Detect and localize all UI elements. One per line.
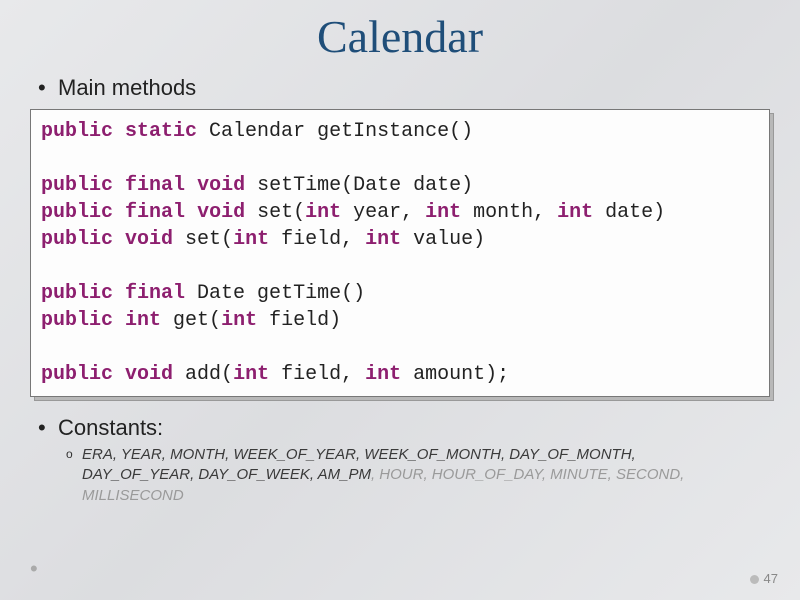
- code-keyword: void: [197, 174, 245, 197]
- code-block: public static Calendar getInstance() pub…: [30, 109, 770, 397]
- page-number: 47: [750, 571, 778, 586]
- constants-list: ERA, YEAR, MONTH, WEEK_OF_YEAR, WEEK_OF_…: [82, 445, 722, 506]
- code-text: field,: [269, 363, 365, 386]
- main-methods-section: Main methods: [30, 75, 770, 101]
- code-block-container: public static Calendar getInstance() pub…: [30, 109, 770, 397]
- code-text: month,: [461, 201, 557, 224]
- code-keyword: int: [305, 201, 341, 224]
- code-text: [185, 201, 197, 224]
- code-keyword: int: [365, 363, 401, 386]
- code-text: Calendar getInstance(): [197, 120, 473, 143]
- code-text: get(: [161, 309, 221, 332]
- code-text: value): [401, 228, 485, 251]
- code-keyword: int: [365, 228, 401, 251]
- code-keyword: public: [41, 363, 113, 386]
- code-keyword: static: [125, 120, 197, 143]
- slide-title: Calendar: [30, 10, 770, 63]
- code-keyword: int: [425, 201, 461, 224]
- code-keyword: void: [197, 201, 245, 224]
- dim-bullet: •: [30, 556, 38, 582]
- code-keyword: public: [41, 282, 113, 305]
- code-text: date): [593, 201, 665, 224]
- code-text: [113, 228, 125, 251]
- code-text: [113, 174, 125, 197]
- code-keyword: public: [41, 228, 113, 251]
- code-keyword: int: [125, 309, 161, 332]
- code-text: setTime(Date date): [245, 174, 473, 197]
- code-keyword: int: [233, 228, 269, 251]
- code-text: [113, 120, 125, 143]
- constants-section: Constants: ERA, YEAR, MONTH, WEEK_OF_YEA…: [30, 415, 770, 506]
- constants-sub-bullet: ERA, YEAR, MONTH, WEEK_OF_YEAR, WEEK_OF_…: [30, 445, 770, 506]
- code-text: [113, 363, 125, 386]
- code-keyword: public: [41, 174, 113, 197]
- code-text: set(: [173, 228, 233, 251]
- bullet-constants: Constants:: [30, 415, 770, 441]
- code-text: [185, 174, 197, 197]
- code-text: [113, 309, 125, 332]
- code-keyword: public: [41, 120, 113, 143]
- code-text: [113, 282, 125, 305]
- code-keyword: void: [125, 363, 173, 386]
- code-text: add(: [173, 363, 233, 386]
- code-text: Date getTime(): [185, 282, 365, 305]
- code-text: year,: [341, 201, 425, 224]
- code-text: field): [257, 309, 341, 332]
- code-keyword: int: [221, 309, 257, 332]
- code-keyword: int: [233, 363, 269, 386]
- code-keyword: final: [125, 282, 185, 305]
- code-keyword: final: [125, 201, 185, 224]
- bullet-main-methods: Main methods: [30, 75, 770, 101]
- code-text: set(: [245, 201, 305, 224]
- code-keyword: public: [41, 309, 113, 332]
- code-keyword: int: [557, 201, 593, 224]
- code-text: [113, 201, 125, 224]
- code-text: amount);: [401, 363, 509, 386]
- code-text: field,: [269, 228, 365, 251]
- code-keyword: public: [41, 201, 113, 224]
- code-keyword: void: [125, 228, 173, 251]
- slide: Calendar Main methods public static Cale…: [0, 0, 800, 600]
- code-keyword: final: [125, 174, 185, 197]
